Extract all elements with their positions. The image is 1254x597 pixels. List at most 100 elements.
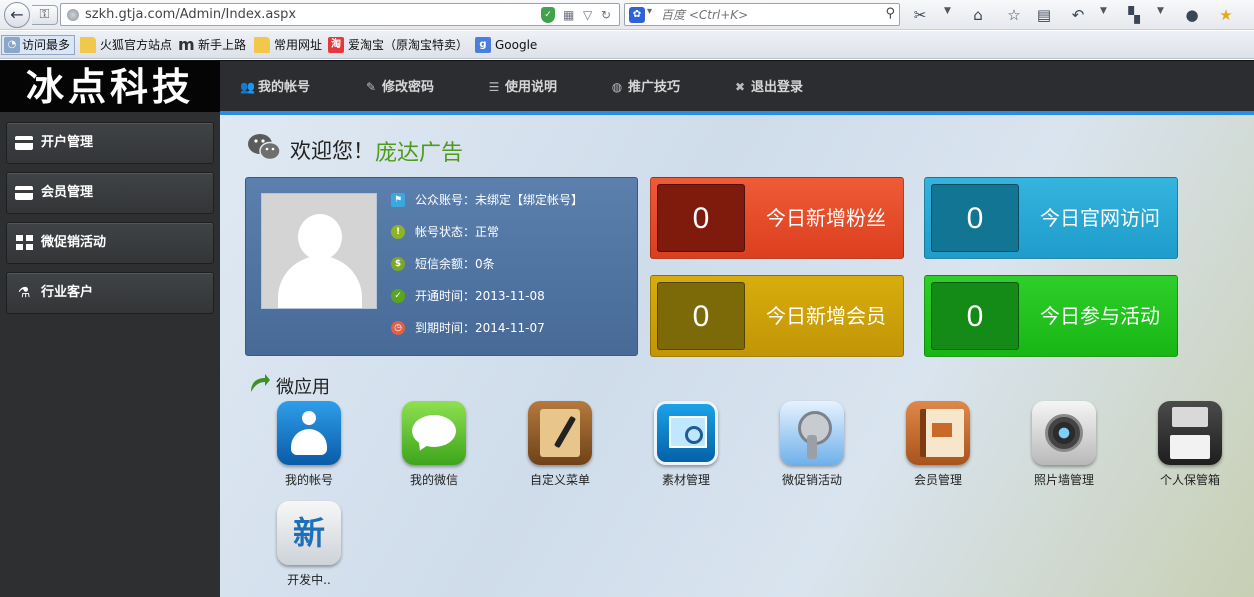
sidebar-item-promotions[interactable]: 微促销活动	[6, 222, 214, 264]
account-app-icon	[277, 401, 341, 465]
google-icon: g	[475, 37, 491, 53]
address-bar[interactable]: szkh.gtja.com/Admin/Index.aspx ✓ ▦ ▽ ↻	[60, 3, 620, 26]
app-media-library[interactable]: 素材管理	[631, 401, 741, 497]
edit-icon: ✎	[365, 80, 377, 94]
profile-row-text: 短信余额：0条	[415, 257, 495, 271]
stat-new-members[interactable]: 0 今日新增会员	[650, 275, 904, 357]
search-input[interactable]	[661, 6, 871, 23]
screenshot-icon[interactable]: ✂	[910, 5, 930, 25]
most-visited-icon: ◔	[4, 37, 20, 53]
close-icon: ✖	[734, 80, 746, 94]
nav-logout[interactable]: ✖ 退出登录	[733, 61, 803, 113]
safe-box-app-icon	[1158, 401, 1222, 465]
check-icon: ✓	[391, 289, 405, 303]
grid-icon	[16, 235, 34, 250]
chevron-down-icon[interactable]: ▾	[647, 6, 652, 17]
chevron-down-icon[interactable]: ▼	[944, 6, 951, 16]
sidebar: 开户管理 会员管理 微促销活动 ⚗ 行业客户	[0, 112, 220, 597]
nav-instructions[interactable]: ☰ 使用说明	[487, 61, 557, 113]
nav-label: 我的帐号	[258, 80, 311, 95]
sidebar-item-label: 会员管理	[41, 185, 94, 200]
apps-section-title: 微应用	[276, 377, 330, 398]
reload-icon[interactable]: ↻	[601, 7, 611, 23]
sidebar-item-label: 微促销活动	[41, 235, 107, 250]
app-label: 照片墙管理	[1033, 473, 1094, 487]
flag-icon: ⚑	[391, 193, 405, 207]
profile-row-text: 开通时间：2013-11-08	[415, 289, 545, 303]
undo-icon[interactable]: ↶	[1068, 5, 1088, 25]
star-badge-icon[interactable]: ★	[1216, 5, 1236, 25]
money-bag-icon: $	[391, 257, 405, 271]
home-icon[interactable]: ⌂	[968, 5, 988, 25]
arrow-curve-icon	[251, 374, 270, 392]
list-icon: ☰	[488, 80, 500, 94]
stat-new-fans[interactable]: 0 今日新增粉丝	[650, 177, 904, 259]
bookmarks-bar: ◔ 访问最多 火狐官方站点 m 新手上路 常用网址 淘 爱淘宝（原淘宝特卖） g…	[0, 31, 1254, 59]
wechat-icon	[248, 134, 281, 161]
avatar-head	[298, 214, 342, 260]
promo-app-icon	[780, 401, 844, 465]
bookmarks-icon[interactable]: ▤	[1034, 5, 1054, 25]
app-custom-menu[interactable]: 自定义菜单	[505, 401, 615, 497]
arrow-left-icon: ←	[10, 5, 24, 24]
back-button[interactable]: ←	[4, 2, 30, 28]
qr-code-icon[interactable]: ▦	[563, 7, 574, 23]
app-safe-box[interactable]: 个人保管箱	[1135, 401, 1245, 497]
nav-my-account[interactable]: 👥 我的帐号	[240, 61, 310, 113]
search-icon[interactable]: ⚲	[885, 6, 895, 21]
app-in-development[interactable]: 新 开发中..	[254, 501, 364, 597]
profile-official-account[interactable]: ⚑ 公众账号：未绑定【绑定帐号】	[391, 190, 583, 210]
bookmark-firefox-site[interactable]: 火狐官方站点	[80, 36, 172, 54]
chevron-down-icon[interactable]: ▼	[1100, 6, 1107, 16]
sidebar-item-members[interactable]: 会员管理	[6, 172, 214, 214]
wechat-app-icon	[402, 401, 466, 465]
app-my-wechat[interactable]: 我的微信	[379, 401, 489, 497]
member-app-icon	[906, 401, 970, 465]
stat-site-visits[interactable]: 0 今日官网访问	[924, 177, 1178, 259]
nav-promotion-tips[interactable]: ◍ 推广技巧	[610, 61, 680, 113]
bookmark-getting-started[interactable]: m 新手上路	[178, 36, 246, 54]
custom-menu-app-icon	[528, 401, 592, 465]
bookmark-most-visited[interactable]: ◔ 访问最多	[1, 35, 76, 55]
star-icon[interactable]: ☆	[1004, 5, 1024, 25]
dropdown-icon[interactable]: ▽	[583, 7, 592, 23]
chevron-down-icon[interactable]: ▼	[1157, 6, 1164, 16]
stat-value: 0	[931, 282, 1019, 350]
avatar	[261, 193, 377, 309]
site-identity-button[interactable]: ⚿	[32, 5, 58, 25]
shield-icon[interactable]: ✓	[541, 7, 555, 23]
stat-value: 0	[931, 184, 1019, 252]
app-label: 我的帐号	[284, 473, 333, 487]
key-icon: ⚿	[39, 7, 50, 22]
app-members[interactable]: 会员管理	[883, 401, 993, 497]
user-icon[interactable]: ●	[1182, 5, 1202, 25]
stat-label: 今日新增粉丝	[766, 206, 886, 230]
bookmark-taobao[interactable]: 淘 爱淘宝（原淘宝特卖）	[328, 36, 468, 54]
nav-change-password[interactable]: ✎ 修改密码	[364, 61, 434, 113]
sidebar-item-label: 开户管理	[41, 135, 94, 150]
app-photo-wall[interactable]: 照片墙管理	[1009, 401, 1119, 497]
new-badge-text: 新	[292, 514, 325, 552]
taobao-icon: 淘	[328, 37, 344, 53]
baidu-paw-icon[interactable]: ✿	[629, 7, 645, 23]
sidebar-item-industry-clients[interactable]: ⚗ 行业客户	[6, 272, 214, 314]
app-my-account[interactable]: 我的帐号	[254, 401, 364, 497]
nav-label: 修改密码	[382, 80, 435, 95]
bookmark-label: 常用网址	[274, 38, 323, 52]
browser-toolbar: ← ⚿ szkh.gtja.com/Admin/Index.aspx ✓ ▦ ▽…	[0, 0, 1254, 30]
folder-icon	[80, 37, 96, 53]
media-app-icon	[654, 401, 718, 465]
profile-sms-balance: $ 短信余额：0条	[391, 254, 495, 274]
stat-activity-participants[interactable]: 0 今日参与活动	[924, 275, 1178, 357]
addons-icon[interactable]: ▚	[1124, 5, 1144, 25]
app-label: 个人保管箱	[1159, 473, 1220, 487]
url-text[interactable]: szkh.gtja.com/Admin/Index.aspx	[85, 7, 296, 22]
bookmark-common-sites[interactable]: 常用网址	[254, 36, 322, 54]
search-bar[interactable]: ✿ ▾ ⚲	[624, 3, 900, 26]
profile-account-status: ! 帐号状态：正常	[391, 222, 499, 242]
app-promotions[interactable]: 微促销活动	[757, 401, 867, 497]
sidebar-item-account-opening[interactable]: 开户管理	[6, 122, 214, 164]
folder-icon	[254, 37, 270, 53]
app-label: 素材管理	[661, 473, 710, 487]
bookmark-google[interactable]: g Google	[475, 36, 537, 54]
